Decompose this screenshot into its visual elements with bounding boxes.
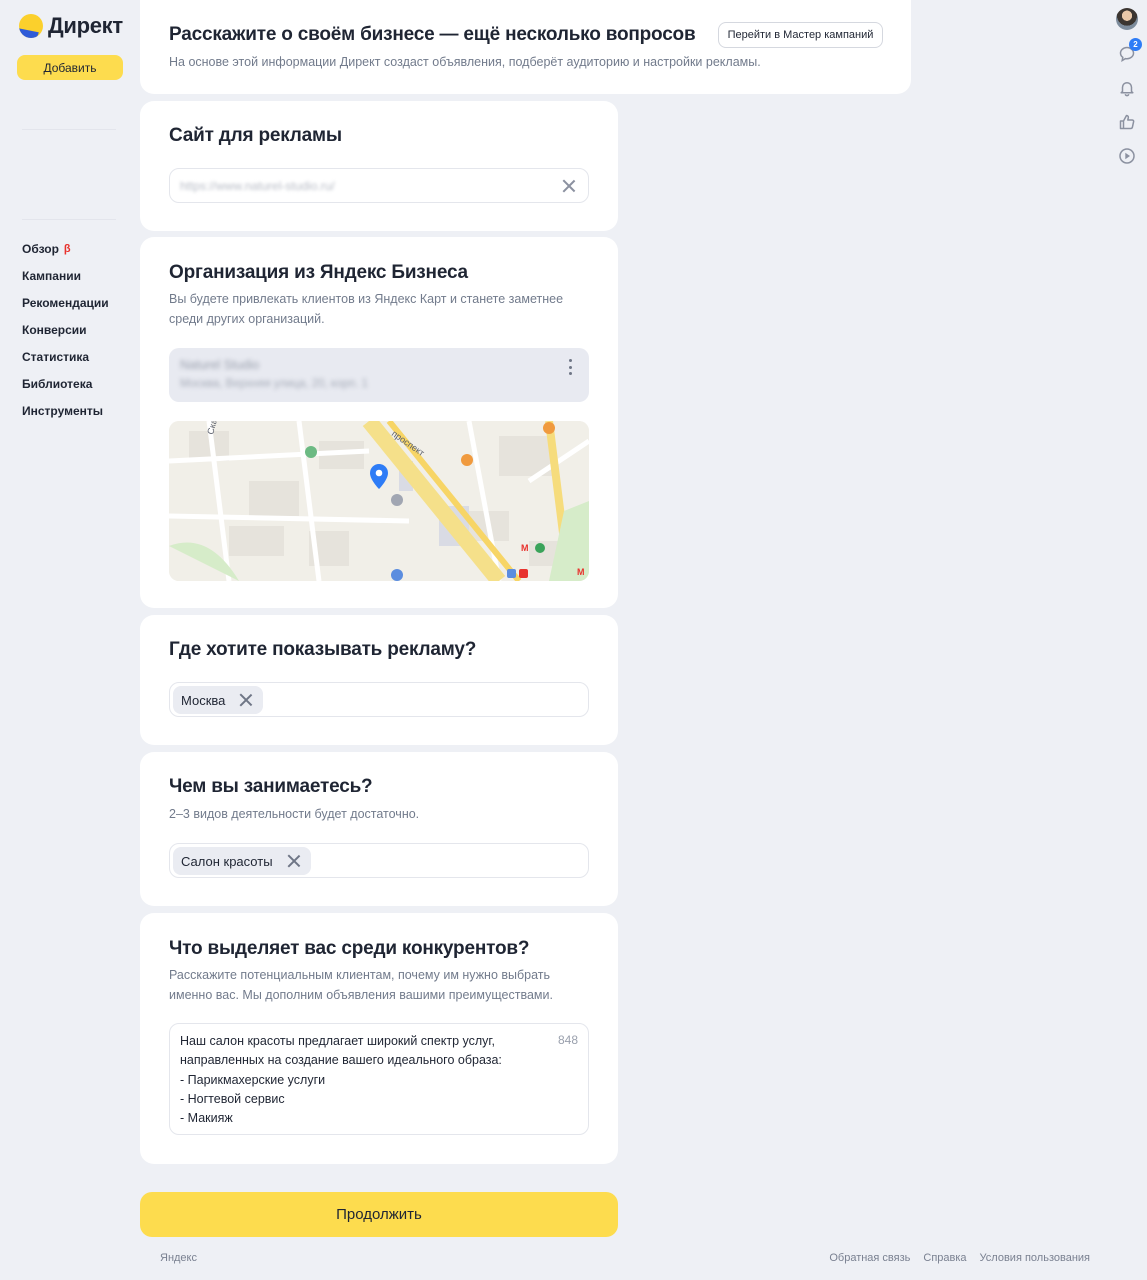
advantages-title: Что выделяет вас среди конкурентов?	[169, 938, 530, 959]
nav-item-label: Инструменты	[22, 403, 104, 418]
nav-item-overview[interactable]: Обзор β	[22, 235, 109, 262]
campaign-wizard-button[interactable]: Перейти в Мастер кампаний	[718, 22, 883, 48]
org-name: Naturel Studio	[180, 358, 260, 372]
organization-card: Организация из Яндекс Бизнеса Вы будете …	[140, 237, 618, 608]
footer-link-feedback[interactable]: Обратная связь	[829, 1252, 910, 1264]
beta-badge: β	[63, 242, 71, 255]
more-options-icon[interactable]	[569, 359, 573, 375]
divider	[22, 129, 116, 130]
nav-item-tools[interactable]: Инструменты	[22, 397, 109, 424]
remove-chip-icon[interactable]	[239, 693, 253, 707]
main-nav: Обзор β Кампании Рекомендации Конверсии С…	[22, 235, 109, 424]
logo[interactable]: Директ	[19, 13, 123, 39]
activity-card: Чем вы занимаетесь? 2–3 видов деятельнос…	[140, 752, 618, 906]
map-graphic: M M проспект Ска	[169, 421, 589, 581]
nav-item-library[interactable]: Библиотека	[22, 370, 109, 397]
geo-chip: Москва	[173, 686, 264, 714]
site-title: Сайт для рекламы	[169, 125, 342, 146]
activity-title: Чем вы занимаетесь?	[169, 776, 373, 797]
geo-title: Где хотите показывать рекламу?	[169, 639, 477, 660]
svg-text:M: M	[521, 543, 529, 553]
play-icon[interactable]	[1117, 146, 1137, 166]
nav-item-statistics[interactable]: Статистика	[22, 343, 109, 370]
nav-item-label: Статистика	[22, 349, 90, 364]
continue-button[interactable]: Продолжить	[140, 1192, 618, 1237]
organization-title: Организация из Яндекс Бизнеса	[169, 262, 468, 283]
svg-text:M: M	[577, 567, 585, 577]
right-rail: 2	[1116, 8, 1142, 166]
add-button[interactable]: Добавить	[17, 55, 123, 80]
char-counter: 848	[557, 1033, 578, 1047]
divider	[22, 219, 116, 220]
chip-label: Москва	[181, 692, 226, 708]
messages-badge: 2	[1129, 38, 1142, 51]
nav-item-label: Кампании	[22, 268, 81, 283]
activity-chip: Салон красоты	[173, 847, 311, 875]
remove-chip-icon[interactable]	[287, 854, 301, 868]
organization-subtitle-2: среди других организаций.	[169, 312, 325, 326]
nav-item-conversions[interactable]: Конверсии	[22, 316, 109, 343]
thumbs-up-icon[interactable]	[1117, 112, 1137, 132]
nav-item-label: Рекомендации	[22, 295, 109, 310]
nav-item-campaigns[interactable]: Кампании	[22, 262, 109, 289]
clear-icon[interactable]	[562, 179, 576, 193]
avatar[interactable]	[1116, 8, 1138, 30]
footer-link-terms[interactable]: Условия пользования	[980, 1252, 1090, 1264]
chip-label: Салон красоты	[181, 853, 273, 869]
site-url-input[interactable]	[180, 176, 550, 196]
advantages-text: Наш салон красоты предлагает широкий спе…	[180, 1034, 502, 1126]
logo-text: Директ	[48, 13, 123, 38]
site-card: Сайт для рекламы	[140, 101, 618, 231]
messages-icon[interactable]: 2	[1117, 38, 1142, 64]
direct-logo-icon	[19, 14, 43, 38]
advantages-card: Что выделяет вас среди конкурентов? Расс…	[140, 913, 618, 1164]
footer-brand[interactable]: Яндекс	[160, 1252, 197, 1264]
organization-subtitle-1: Вы будете привлекать клиентов из Яндекс …	[169, 292, 564, 306]
advantages-textarea[interactable]: Наш салон красоты предлагает широкий спе…	[169, 1023, 589, 1135]
sidebar: Директ Добавить Обзор β Кампании Рекоменд…	[0, 0, 140, 1280]
activity-subtitle: 2–3 видов деятельности будет достаточно.	[169, 807, 420, 821]
advantages-subtitle-2: именно вас. Мы дополним объявления вашим…	[169, 988, 553, 1002]
header-card: Расскажите о своём бизнесе — ещё несколь…	[140, 0, 911, 94]
footer-links: Обратная связь Справка Условия пользован…	[829, 1252, 1090, 1264]
nav-item-label: Обзор	[22, 241, 59, 256]
page-title: Расскажите о своём бизнесе — ещё несколь…	[169, 24, 696, 45]
advantages-subtitle-1: Расскажите потенциальным клиентам, почем…	[169, 968, 551, 982]
geo-field[interactable]: Москва	[169, 682, 589, 717]
map[interactable]: M M проспект Ска	[169, 421, 589, 581]
geo-card: Где хотите показывать рекламу? Москва	[140, 615, 618, 745]
footer-link-help[interactable]: Справка	[923, 1252, 966, 1264]
page-subtitle: На основе этой информации Директ создаст…	[169, 55, 761, 69]
bell-icon[interactable]	[1117, 78, 1137, 98]
org-address: Москва, Верхняя улица, 20, корп. 1	[180, 378, 368, 390]
nav-item-label: Библиотека	[22, 376, 93, 391]
nav-item-recommendations[interactable]: Рекомендации	[22, 289, 109, 316]
organization-selector[interactable]: Naturel Studio Москва, Верхняя улица, 20…	[169, 348, 589, 402]
site-url-field	[169, 168, 589, 203]
nav-item-label: Конверсии	[22, 322, 87, 337]
activity-field[interactable]: Салон красоты	[169, 843, 589, 878]
